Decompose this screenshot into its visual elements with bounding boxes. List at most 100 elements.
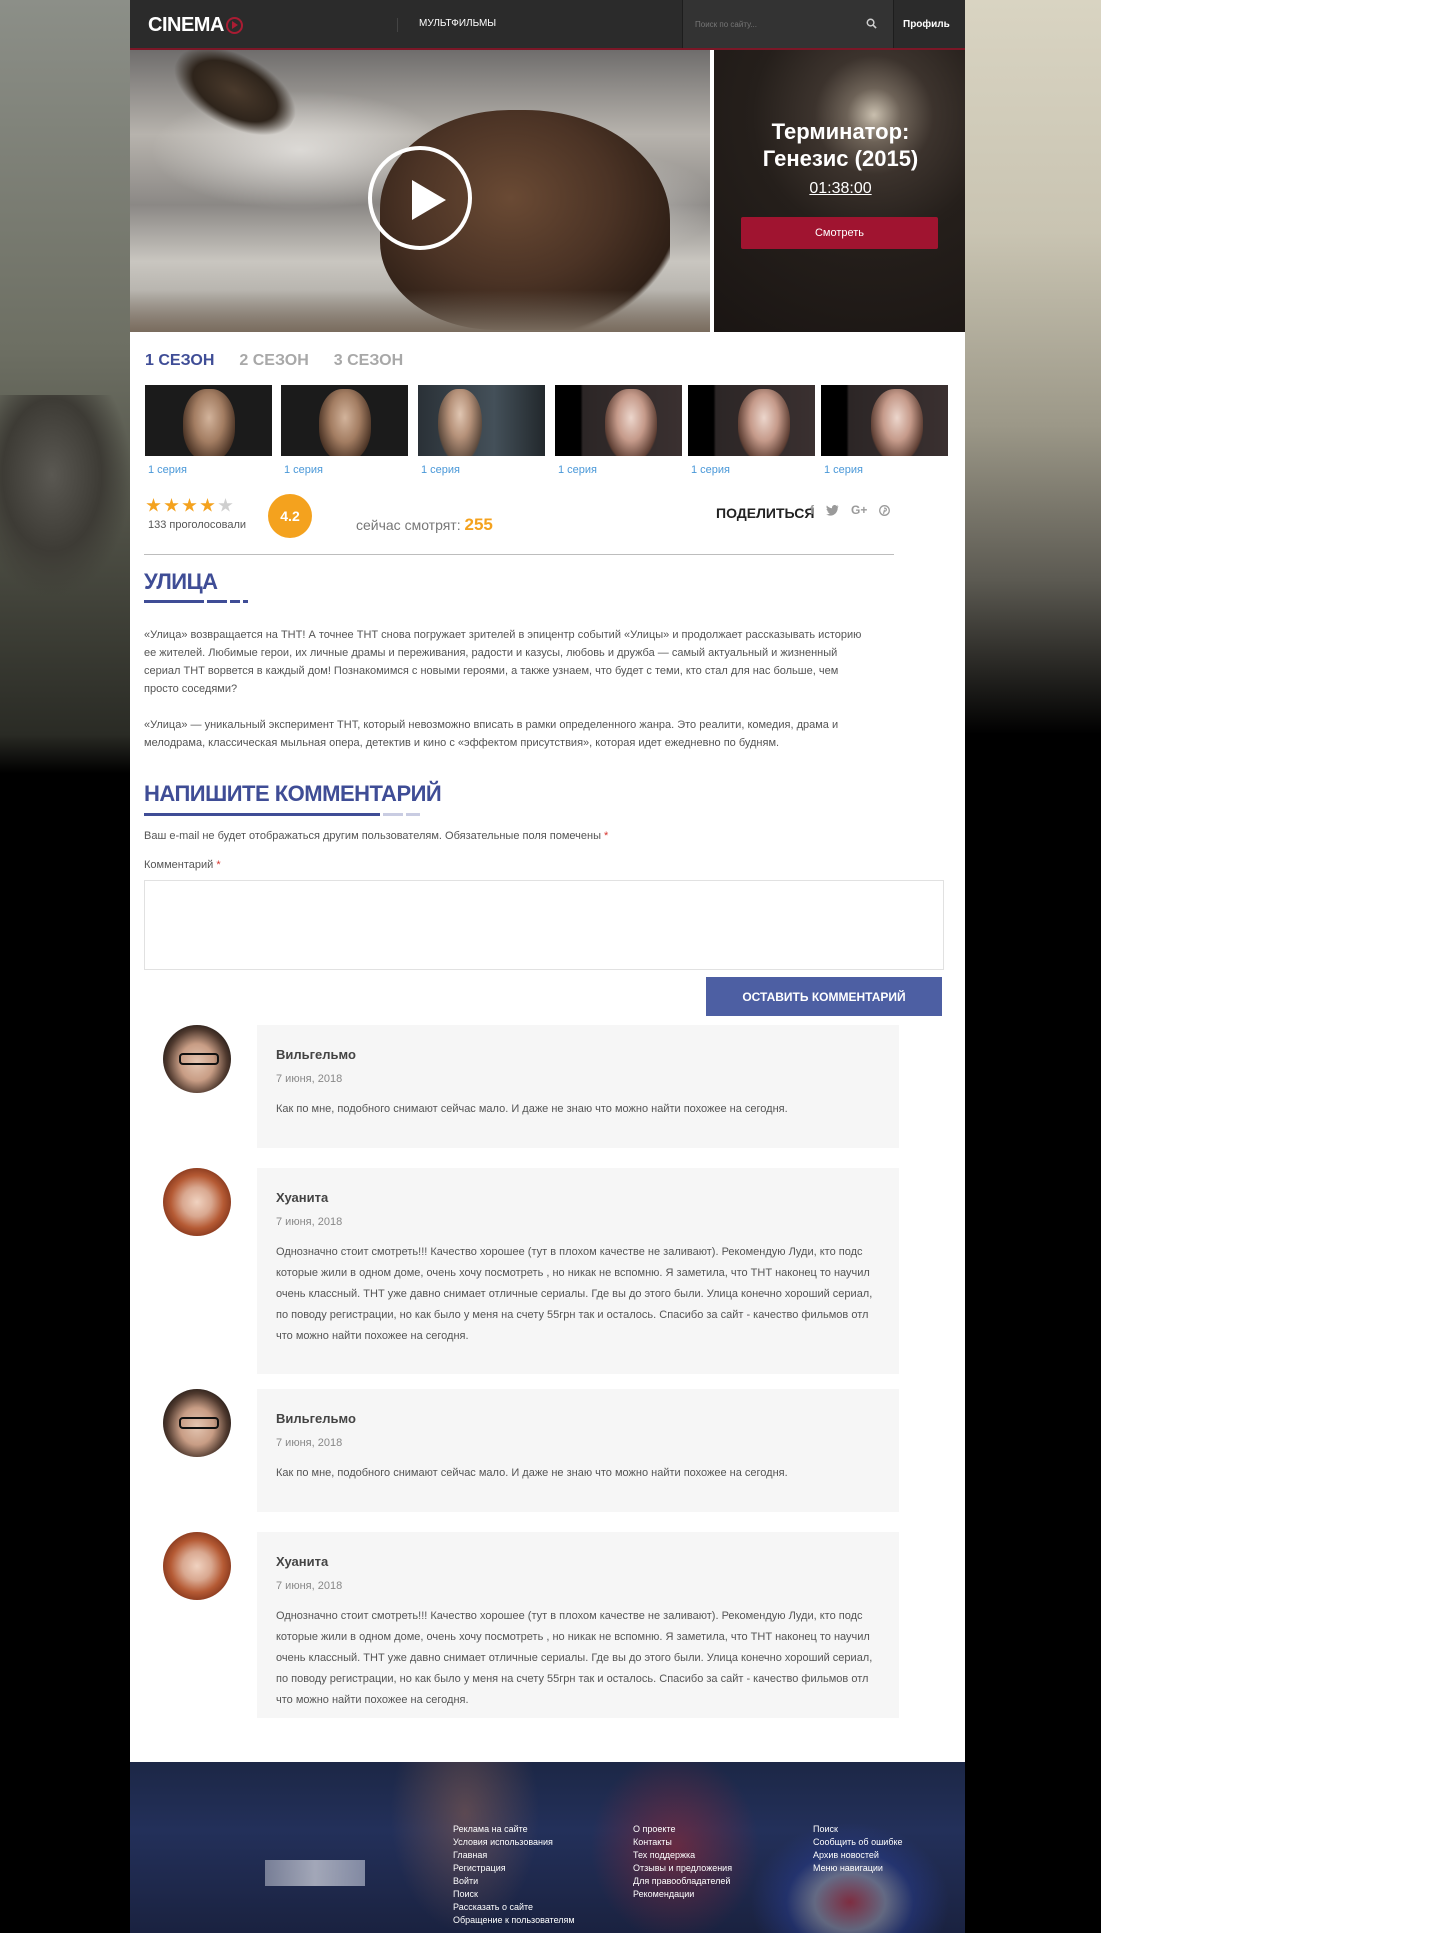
watching-now: сейчас смотрят: 255 bbox=[356, 515, 493, 535]
text-line: «Улица» возвращается на ТНТ! А точнее ТН… bbox=[144, 629, 862, 641]
footer-link[interactable]: Условия использования bbox=[453, 1836, 575, 1849]
watch-button[interactable]: Смотреть bbox=[741, 217, 938, 249]
search-input[interactable] bbox=[695, 16, 845, 32]
star-icon[interactable] bbox=[200, 498, 215, 512]
text-line: которые жили в одном доме, очень хочу по… bbox=[276, 1631, 870, 1643]
avatar[interactable] bbox=[163, 1532, 231, 1600]
tab-season-1[interactable]: 1 СЕЗОН bbox=[145, 352, 214, 370]
episode-label[interactable]: 1 серия bbox=[558, 464, 682, 476]
footer-link[interactable]: Контакты bbox=[633, 1836, 732, 1849]
comment-author[interactable]: Хуанита bbox=[276, 1554, 880, 1569]
episode-label[interactable]: 1 серия bbox=[284, 464, 408, 476]
text-line: очень классный. ТНТ уже давно снимает от… bbox=[276, 1652, 873, 1664]
footer-link[interactable]: Поиск bbox=[813, 1823, 903, 1836]
movie-title-line2: Генезис (2015) bbox=[762, 146, 919, 171]
google-plus-icon[interactable]: G+ bbox=[851, 503, 867, 517]
star-icon[interactable] bbox=[164, 498, 179, 512]
article-paragraph-1: «Улица» возвращается на ТНТ! А точнее ТН… bbox=[144, 626, 899, 698]
background-left bbox=[0, 0, 130, 1933]
underline-segment bbox=[243, 600, 248, 603]
share-icons: f G+ bbox=[810, 503, 891, 517]
star-rating[interactable] bbox=[146, 498, 233, 513]
comment-textarea[interactable] bbox=[144, 880, 944, 970]
episode-card[interactable]: 1 серия bbox=[281, 385, 408, 476]
footer-link[interactable]: Для правообладателей bbox=[633, 1875, 732, 1888]
play-icon[interactable] bbox=[368, 146, 472, 250]
comment-author[interactable]: Вильгельмо bbox=[276, 1411, 880, 1426]
episode-thumbnail[interactable] bbox=[418, 385, 545, 456]
footer-link[interactable]: Обращение к пользователям bbox=[453, 1914, 575, 1927]
avatar[interactable] bbox=[163, 1025, 231, 1093]
facebook-icon[interactable]: f bbox=[810, 503, 814, 517]
comment-author[interactable]: Хуанита bbox=[276, 1190, 880, 1205]
required-asterisk: * bbox=[604, 830, 609, 842]
comment-date: 7 июня, 2018 bbox=[276, 1073, 343, 1085]
episode-list: 1 серия 1 серия 1 серия 1 серия 1 серия … bbox=[145, 385, 948, 481]
episode-card[interactable]: 1 серия bbox=[688, 385, 815, 476]
footer-link[interactable]: Поиск bbox=[453, 1888, 575, 1901]
site-logo[interactable]: CINEMA bbox=[148, 13, 243, 37]
nav-link-cartoons[interactable]: МУЛЬТФИЛЬМЫ bbox=[419, 18, 496, 29]
movie-title: Терминатор: Генезис (2015) bbox=[714, 118, 967, 172]
star-icon[interactable] bbox=[146, 498, 161, 512]
thumbnail-face bbox=[183, 389, 235, 456]
footer-link[interactable]: Архив новостей bbox=[813, 1849, 903, 1862]
star-icon[interactable] bbox=[182, 498, 197, 512]
label-text: Комментарий bbox=[144, 859, 214, 871]
episode-card[interactable]: 1 серия bbox=[821, 385, 948, 476]
note-text: Ваш e-mail не будет отображаться другим … bbox=[144, 830, 601, 842]
video-player[interactable] bbox=[130, 50, 710, 332]
article-paragraph-2: «Улица» — уникальный эксперимент ТНТ, ко… bbox=[144, 716, 899, 752]
required-asterisk: * bbox=[216, 859, 221, 871]
episode-card[interactable]: 1 серия bbox=[555, 385, 682, 476]
comment-date: 7 июня, 2018 bbox=[276, 1437, 343, 1449]
episode-thumbnail[interactable] bbox=[281, 385, 408, 456]
movie-duration: 01:38:00 bbox=[809, 180, 872, 197]
footer-link[interactable]: Главная bbox=[453, 1849, 575, 1862]
season-tabs: 1 СЕЗОН 2 СЕЗОН 3 СЕЗОН bbox=[145, 352, 428, 370]
thumbnail-face bbox=[871, 389, 923, 456]
episode-label[interactable]: 1 серия bbox=[421, 464, 545, 476]
twitter-icon[interactable] bbox=[826, 504, 839, 516]
star-empty-icon[interactable] bbox=[218, 498, 233, 512]
footer-link[interactable]: Отзывы и предложения bbox=[633, 1862, 732, 1875]
footer-link[interactable]: О проекте bbox=[633, 1823, 732, 1836]
episode-label[interactable]: 1 серия bbox=[148, 464, 272, 476]
thumbnail-face bbox=[605, 389, 657, 456]
episode-card[interactable]: 1 серия bbox=[418, 385, 545, 476]
tab-season-3[interactable]: 3 СЕЗОН bbox=[334, 352, 403, 370]
comment-text: Как по мне, подобного снимают сейчас мал… bbox=[276, 1463, 880, 1484]
profile-link[interactable]: Профиль bbox=[903, 19, 950, 30]
episode-thumbnail[interactable] bbox=[555, 385, 682, 456]
footer-link[interactable]: Меню навигации bbox=[813, 1862, 903, 1875]
footer-links-col-1: Реклама на сайте Условия использования Г… bbox=[453, 1823, 575, 1927]
footer-link[interactable]: Сообщить об ошибке bbox=[813, 1836, 903, 1849]
footer-link[interactable]: Реклама на сайте bbox=[453, 1823, 575, 1836]
footer-link[interactable]: Тех поддержка bbox=[633, 1849, 732, 1862]
footer-logo-blurred bbox=[265, 1860, 365, 1886]
episode-thumbnail[interactable] bbox=[821, 385, 948, 456]
footer-link[interactable]: Регистрация bbox=[453, 1862, 575, 1875]
site-header: CINEMA МУЛЬТФИЛЬМЫ Профиль bbox=[130, 0, 965, 50]
avatar[interactable] bbox=[163, 1168, 231, 1236]
footer-link[interactable]: Войти bbox=[453, 1875, 575, 1888]
background-figure bbox=[0, 395, 130, 595]
underline-segment bbox=[144, 600, 204, 603]
tab-season-2[interactable]: 2 СЕЗОН bbox=[239, 352, 308, 370]
footer-link[interactable]: Рассказать о сайте bbox=[453, 1901, 575, 1914]
search-icon[interactable] bbox=[866, 18, 877, 29]
episode-thumbnail[interactable] bbox=[145, 385, 272, 456]
episode-card[interactable]: 1 серия bbox=[145, 385, 272, 476]
text-line: которые жили в одном доме, очень хочу по… bbox=[276, 1267, 870, 1279]
background-right bbox=[965, 0, 1101, 1933]
submit-comment-button[interactable]: ОСТАВИТЬ КОММЕНТАРИЙ bbox=[706, 977, 942, 1016]
episode-label[interactable]: 1 серия bbox=[691, 464, 815, 476]
section-divider bbox=[144, 554, 894, 555]
comment-author[interactable]: Вильгельмо bbox=[276, 1047, 880, 1062]
episode-thumbnail[interactable] bbox=[688, 385, 815, 456]
pinterest-icon[interactable] bbox=[879, 504, 891, 516]
episode-label[interactable]: 1 серия bbox=[824, 464, 948, 476]
avatar[interactable] bbox=[163, 1389, 231, 1457]
footer-link[interactable]: Рекомендации bbox=[633, 1888, 732, 1901]
text-line: мелодрама, классическая мыльная опера, д… bbox=[144, 737, 780, 749]
